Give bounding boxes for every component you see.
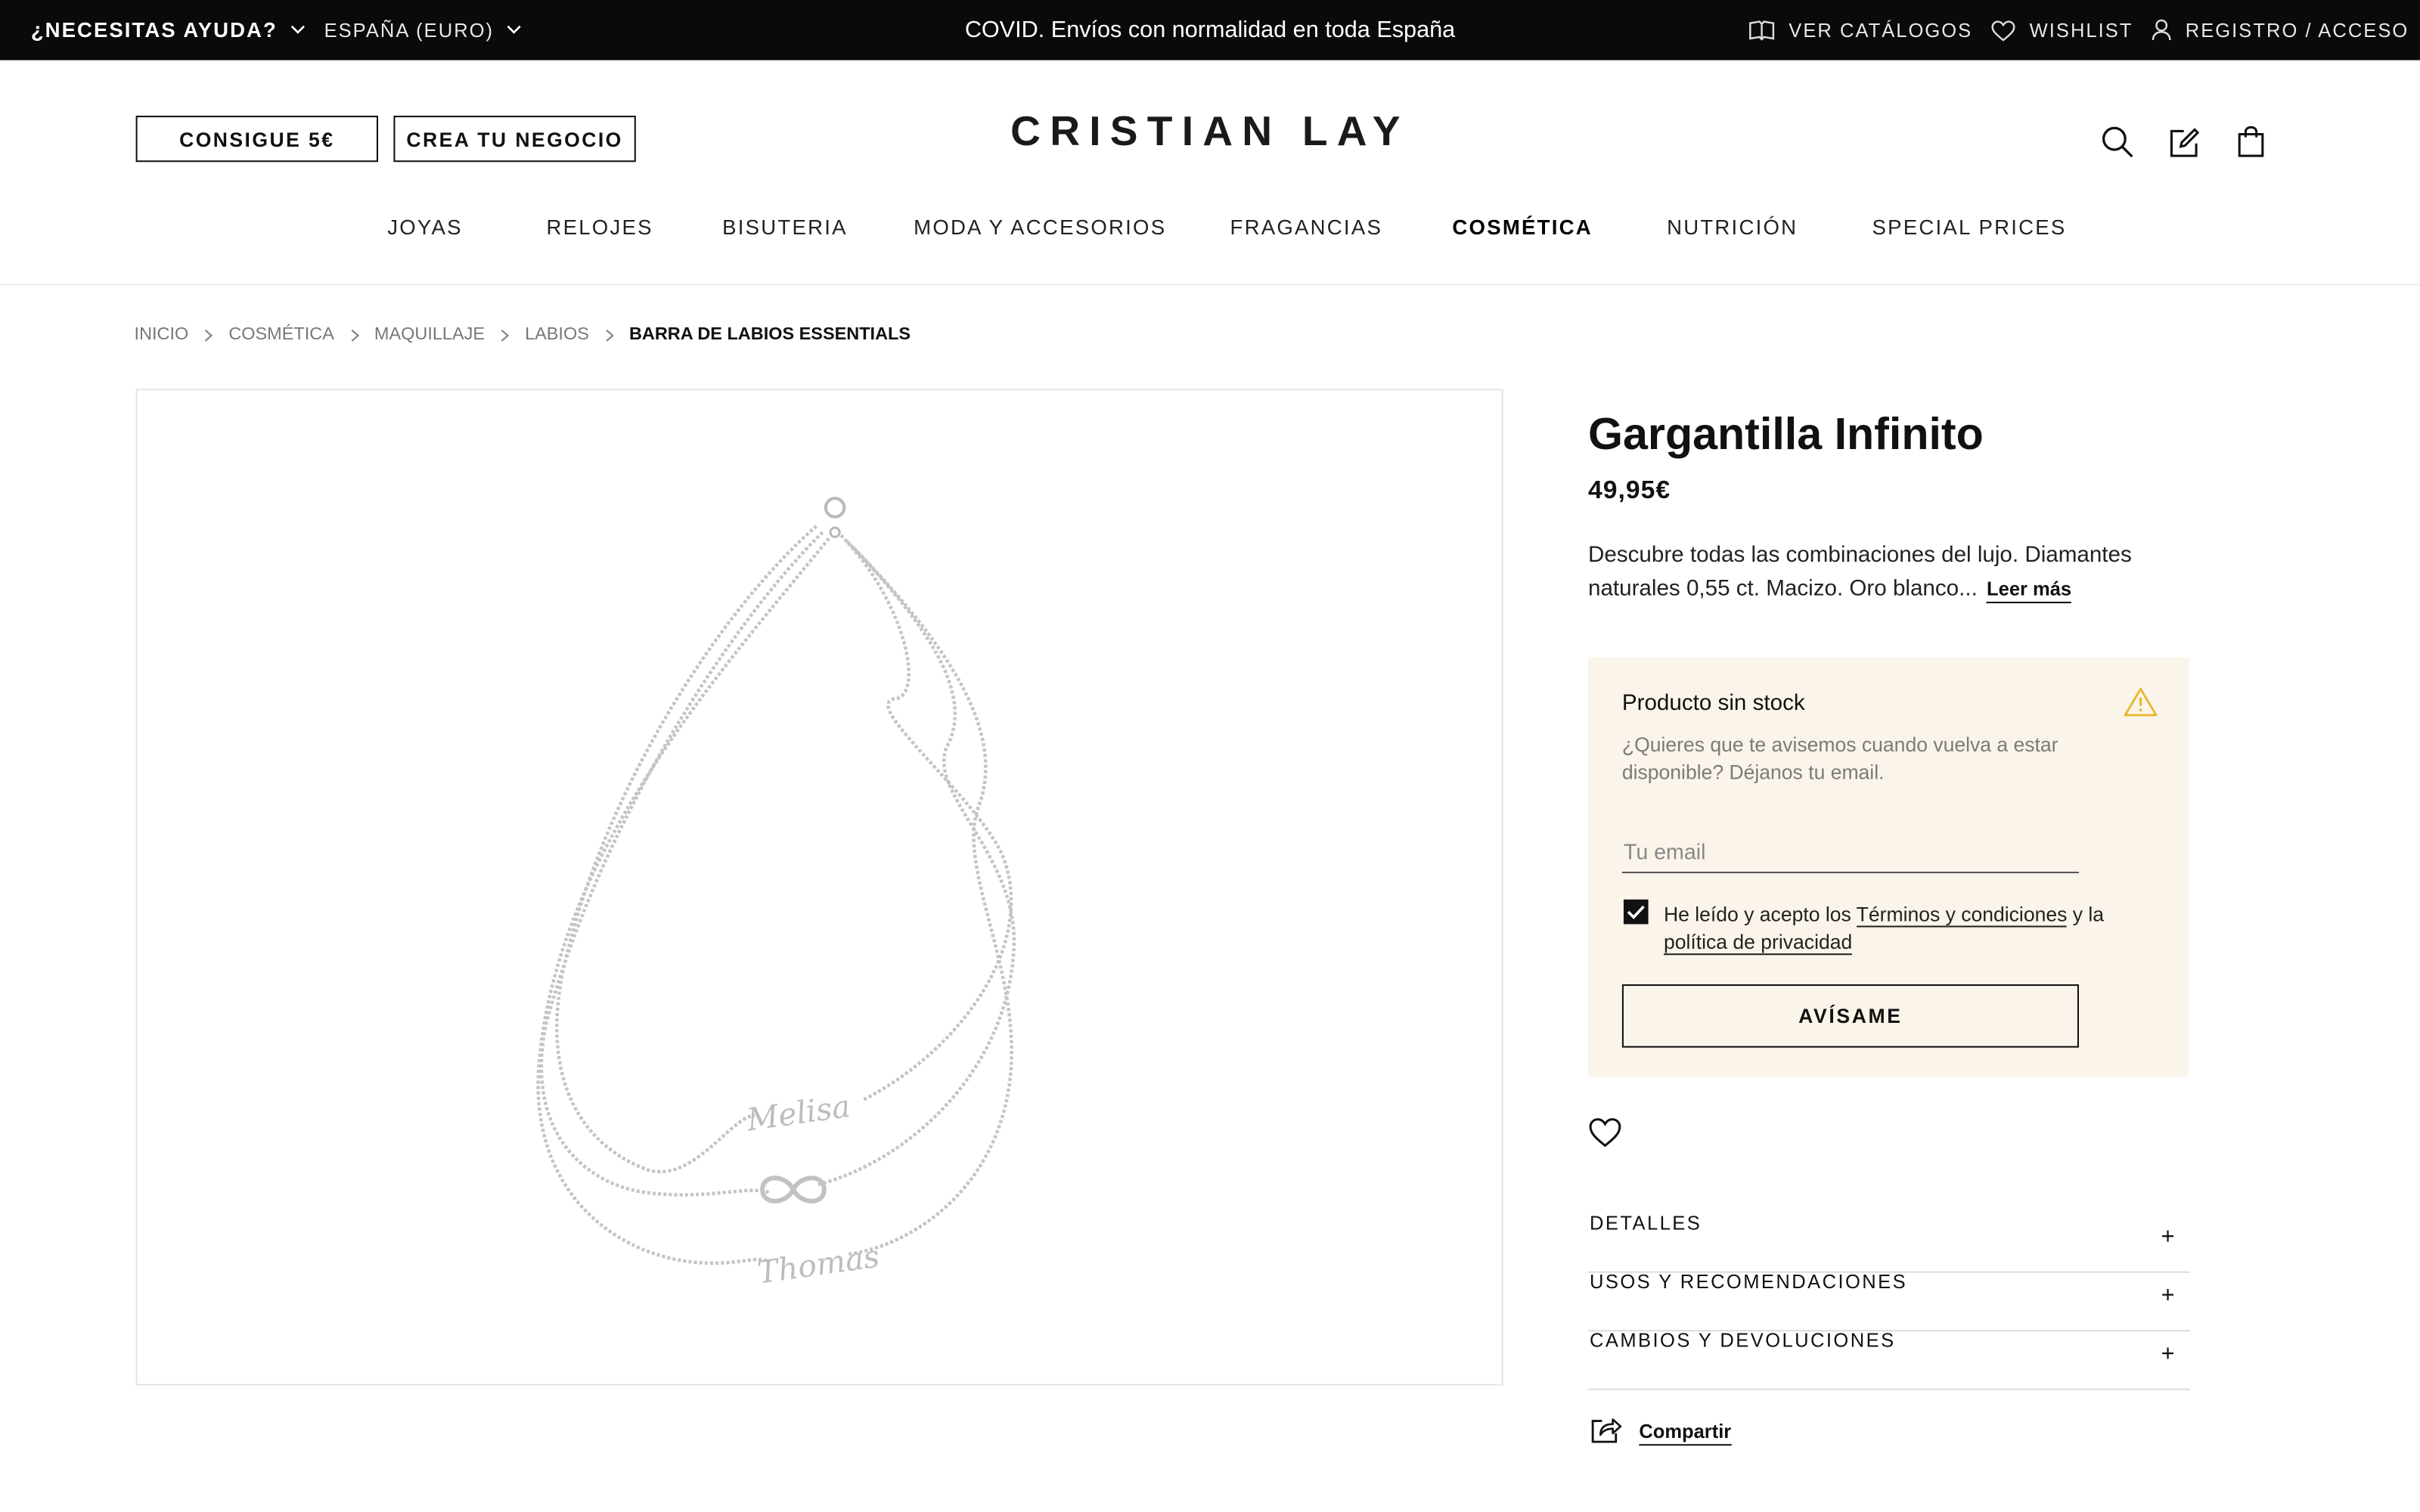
nav-item-special-prices[interactable]: SPECIAL PRICES (1872, 216, 2066, 240)
nav-item-nutricion[interactable]: NUTRICIÓN (1667, 216, 1798, 240)
chevron-right-icon (204, 328, 213, 342)
out-of-stock-message: ¿Quieres que te avisemos cuando vuelva a… (1621, 733, 2059, 784)
terms-prefix: He leído y acepto los (1663, 902, 1857, 926)
heart-icon (1991, 20, 2016, 42)
country-selector[interactable]: ESPAÑA (EURO) (324, 0, 522, 60)
terms-link[interactable]: Términos y condiciones (1856, 902, 2068, 928)
login-link[interactable]: REGISTRO / ACCESO (2152, 0, 2409, 60)
share-icon (1590, 1414, 1622, 1452)
terms-middle: y la (2067, 902, 2105, 926)
out-of-stock-panel: Producto sin stock ¿Quieres que te avise… (1587, 657, 2189, 1077)
notify-me-label: AVÍSAME (1798, 1004, 1903, 1028)
accordion-details-label: DETALLES (1590, 1213, 1702, 1235)
breadcrumb-current: BARRA DE LABIOS ESSENTIALS (628, 325, 911, 345)
accordion-returns[interactable]: CAMBIOS Y DEVOLUCIONES + (1587, 1330, 2190, 1390)
chevron-right-icon (604, 328, 614, 342)
warning-icon (2124, 686, 2158, 725)
accordion-usage-label: USOS Y RECOMENDACIONES (1590, 1271, 1908, 1294)
help-dropdown[interactable]: ¿NECESITAS AYUDA? (31, 0, 306, 60)
top-bar: ¿NECESITAS AYUDA? ESPAÑA (EURO) COVID. E… (0, 0, 2420, 60)
terms-text: He leído y acepto los Términos y condici… (1663, 901, 2111, 956)
chevron-right-icon (500, 328, 510, 342)
catalogs-label: VER CATÁLOGOS (1789, 19, 1973, 42)
accordion-returns-label: CAMBIOS Y DEVOLUCIONES (1590, 1330, 1896, 1352)
breadcrumb: INICIO COSMÉTICA MAQUILLAJE LABIOS BARRA… (135, 326, 911, 344)
nav-divider (0, 284, 2420, 286)
product-image[interactable]: Melisa Thomas (135, 389, 1503, 1386)
breadcrumb-item-inicio[interactable]: INICIO (135, 326, 189, 344)
privacy-link[interactable]: política de privacidad (1663, 930, 1853, 956)
nav-item-joyas[interactable]: JOYAS (387, 216, 463, 240)
create-business-label: CREA TU NEGOCIO (406, 127, 623, 150)
share-label: Compartir (1639, 1421, 1732, 1446)
accordion-details[interactable]: DETALLES + (1587, 1213, 2190, 1273)
catalogs-link[interactable]: VER CATÁLOGOS (1748, 0, 1972, 60)
breadcrumb-item-cosmetica[interactable]: COSMÉTICA (228, 326, 334, 344)
plus-icon: + (2161, 1281, 2175, 1309)
wishlist-link[interactable]: WISHLIST (1991, 0, 2133, 60)
login-label: REGISTRO / ACCESO (2185, 19, 2409, 42)
help-label: ¿NECESITAS AYUDA? (30, 18, 278, 42)
plus-icon: + (2161, 1340, 2175, 1368)
nav-item-cosmetica[interactable]: COSMÉTICA (1452, 216, 1593, 240)
breadcrumb-item-maquillaje[interactable]: MAQUILLAJE (374, 326, 485, 344)
product-title: Gargantilla Infinito (1587, 410, 1984, 460)
nav-item-fragancias[interactable]: FRAGANCIAS (1230, 216, 1383, 240)
product-description: Descubre todas las combinaciones del luj… (1588, 538, 2205, 606)
book-icon (1748, 20, 1775, 42)
page: ¿NECESITAS AYUDA? ESPAÑA (EURO) COVID. E… (0, 0, 2420, 1512)
notify-me-button[interactable]: AVÍSAME (1621, 984, 2079, 1048)
chevron-down-icon (290, 25, 305, 36)
breadcrumb-item-labios[interactable]: LABIOS (525, 326, 589, 344)
nav-item-bisuteria[interactable]: BISUTERIA (722, 216, 848, 240)
edit-icon[interactable] (2165, 123, 2202, 160)
nav-item-moda-y-accesorios[interactable]: MODA Y ACCESORIOS (914, 216, 1166, 240)
check-icon (1627, 905, 1645, 919)
get-5-euro-button[interactable]: CONSIGUE 5€ (135, 116, 378, 163)
add-to-wishlist-heart-icon[interactable] (1588, 1117, 1622, 1151)
necklace-illustration: Melisa Thomas (536, 497, 1016, 1291)
email-field[interactable] (1621, 829, 2079, 874)
announcement-text: COVID. Envíos con normalidad en toda Esp… (964, 17, 1456, 44)
chevron-down-icon (506, 25, 521, 36)
out-of-stock-title: Producto sin stock (1621, 691, 1805, 716)
accordion-usage[interactable]: USOS Y RECOMENDACIONES + (1587, 1271, 2190, 1332)
terms-checkbox[interactable] (1623, 899, 1649, 925)
plus-icon: + (2161, 1223, 2175, 1250)
chevron-right-icon (349, 328, 359, 342)
product-price: 49,95€ (1587, 476, 1671, 505)
logo-text[interactable]: CRISTIAN LAY (1010, 108, 1410, 154)
svg-text:Thomas: Thomas (755, 1238, 882, 1290)
search-icon[interactable] (2099, 123, 2136, 160)
country-label: ESPAÑA (EURO) (324, 19, 495, 42)
share-button[interactable]: Compartir (1590, 1414, 1732, 1452)
user-icon (2152, 18, 2172, 42)
main-nav: JOYAS RELOJES BISUTERIA MODA Y ACCESORIO… (0, 216, 2420, 250)
shopping-bag-icon[interactable] (2232, 123, 2269, 160)
nav-item-relojes[interactable]: RELOJES (546, 216, 653, 240)
read-more-link[interactable]: Leer más (1987, 578, 2072, 603)
create-business-button[interactable]: CREA TU NEGOCIO (393, 116, 636, 163)
wishlist-label: WISHLIST (2029, 19, 2133, 42)
get-5-euro-label: CONSIGUE 5€ (179, 127, 335, 150)
svg-text:Melisa: Melisa (744, 1088, 853, 1139)
